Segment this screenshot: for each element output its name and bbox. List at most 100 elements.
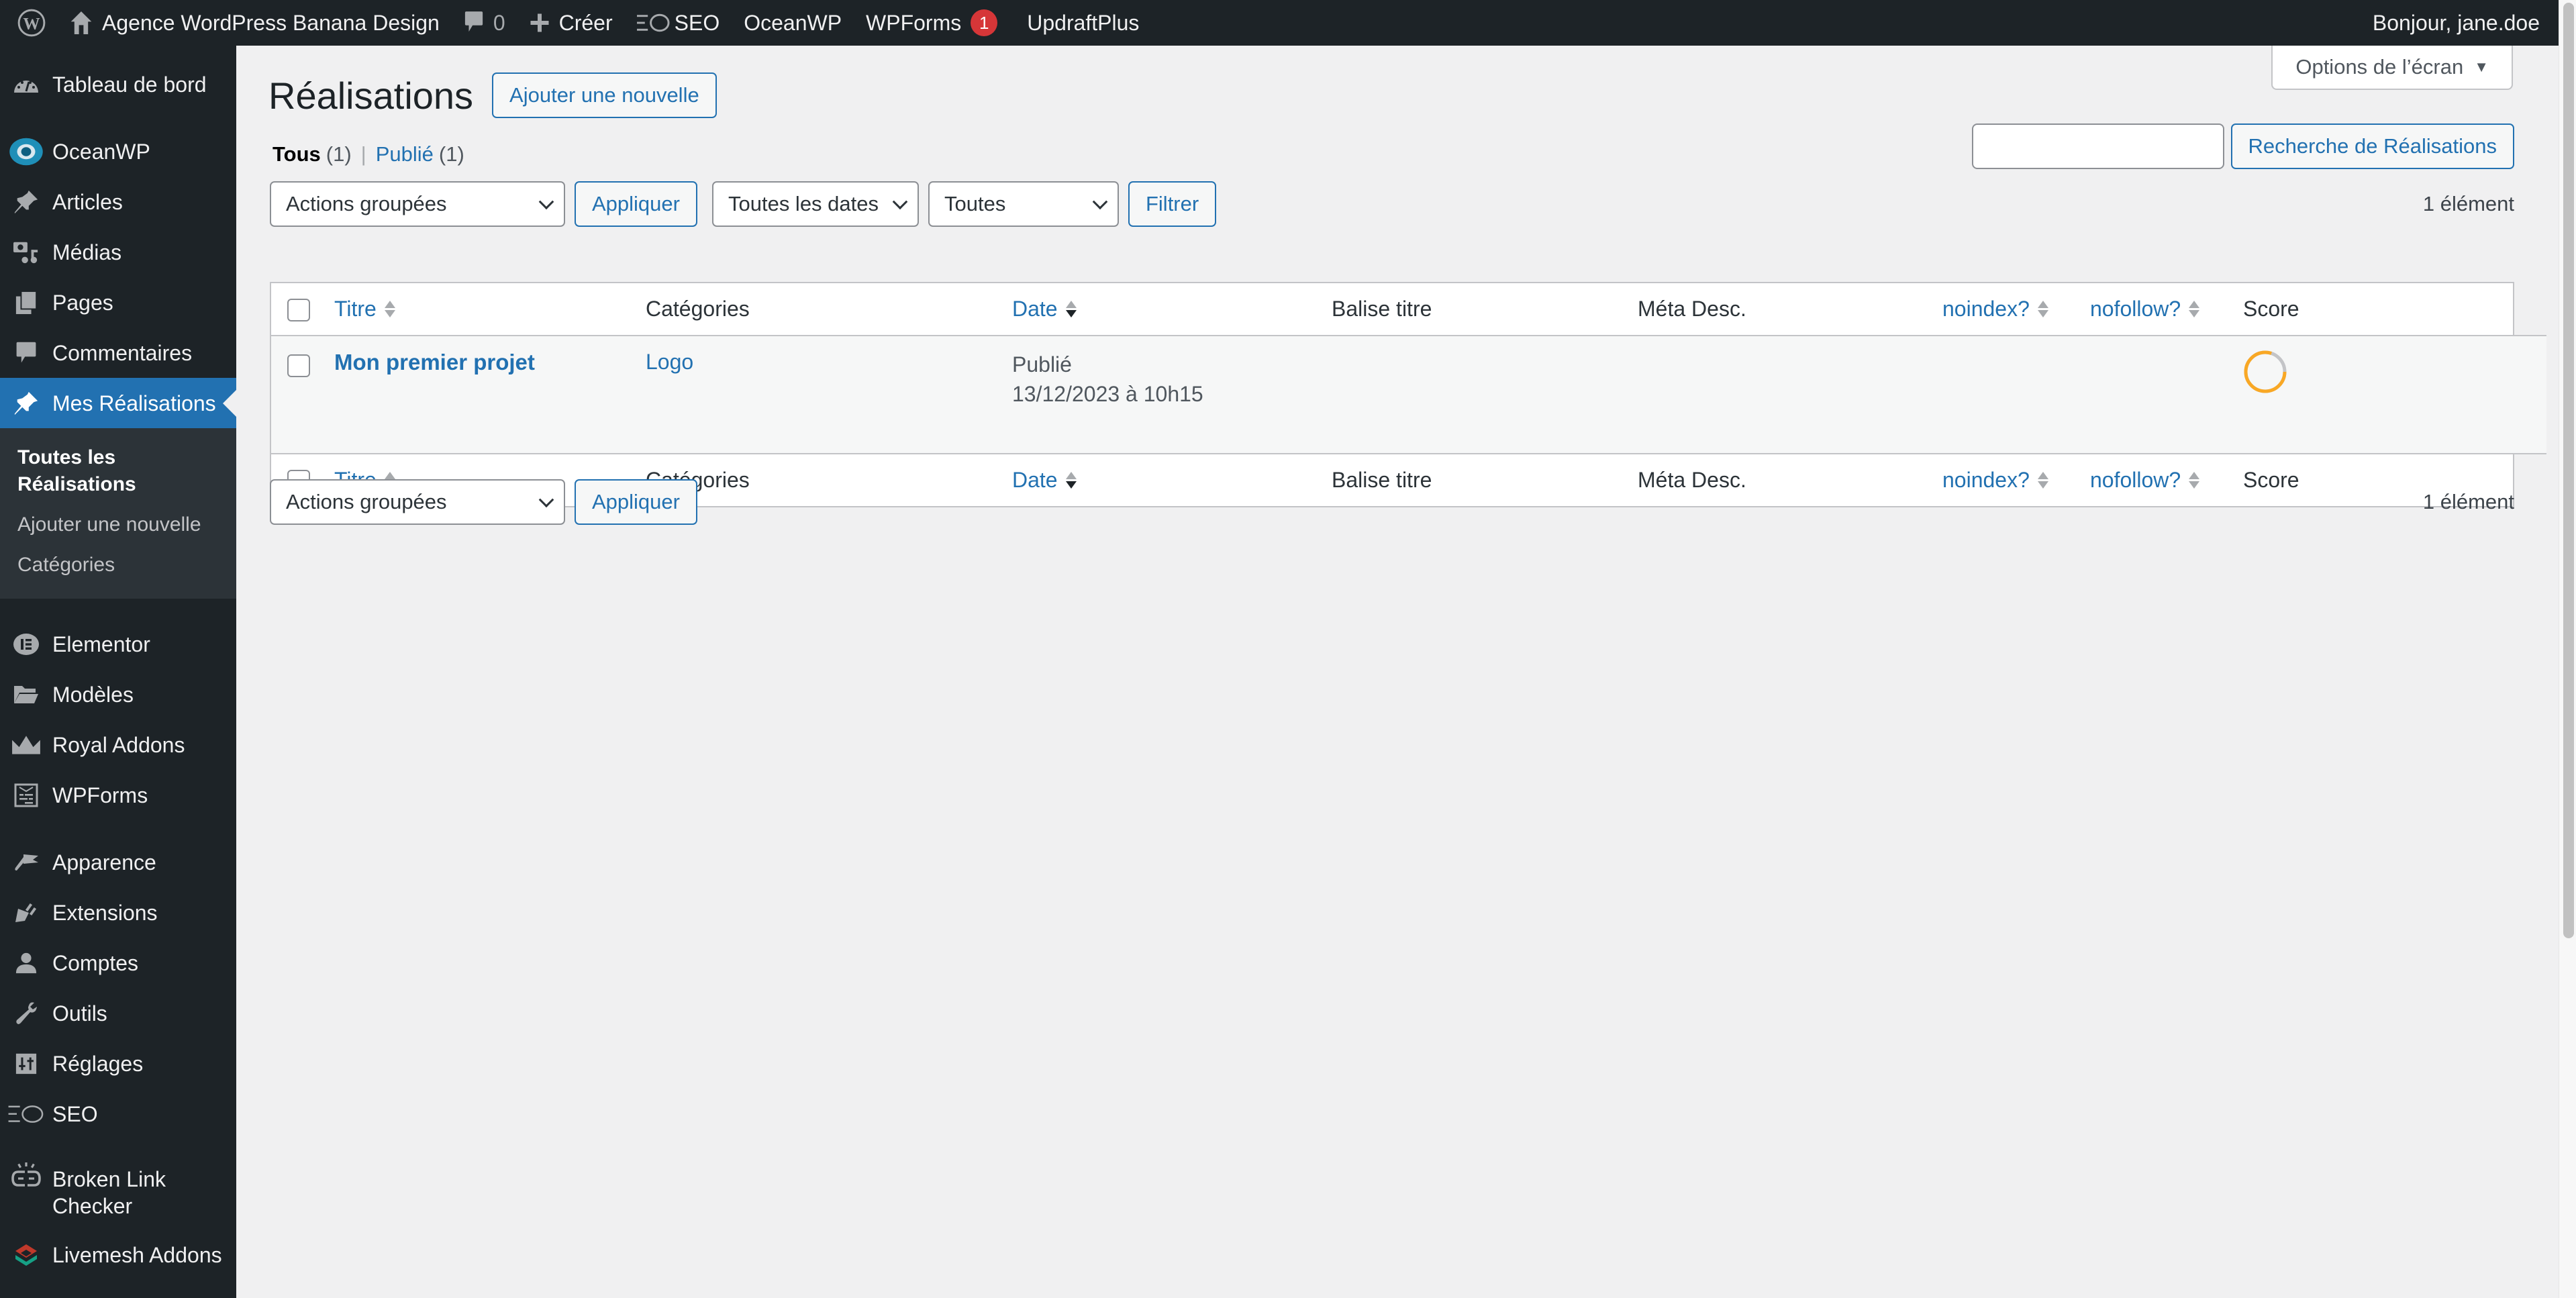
submenu-item-add-new[interactable]: Ajouter une nouvelle [0,505,236,545]
site-name-menu[interactable]: Agence WordPress Banana Design [58,0,452,46]
add-new-button[interactable]: Ajouter une nouvelle [492,72,717,118]
sidebar-item-reglages[interactable]: Réglages [0,1038,236,1089]
chevron-down-icon [538,194,554,210]
column-date-label: Date [1012,297,1058,321]
apply-bulk-button-bottom[interactable]: Appliquer [575,479,697,525]
comments-menu[interactable]: 0 [452,0,517,46]
svg-text:W: W [23,15,40,33]
items-count: 1 élément [2422,192,2514,215]
sidebar-item-extensions[interactable]: Extensions [0,887,236,938]
wpforms-menu[interactable]: WPForms 1 [854,0,1009,46]
sidebar-item-comptes[interactable]: Comptes [0,938,236,988]
sidebar-item-royal-addons[interactable]: Royal Addons [0,719,236,770]
row-category-link[interactable]: Logo [646,350,693,374]
seo-label: SEO [674,10,720,35]
sidebar-item-livemesh-addons[interactable]: Livemesh Addons [0,1230,236,1280]
page-scrollbar[interactable] [2559,0,2576,1298]
sidebar-item-pages[interactable]: Pages [0,277,236,328]
sidebar-item-outils[interactable]: Outils [0,988,236,1038]
submenu-item-categories[interactable]: Catégories [0,545,236,585]
sidebar-label: Articles [52,189,123,214]
tablenav-bottom: Actions groupées Appliquer 1 élément [270,479,2514,525]
oceanwp-icon [0,136,52,167]
row-checkbox[interactable] [287,354,310,377]
wordpress-logo-icon: W [17,9,46,37]
row-noindex [1942,336,2090,454]
pages-icon [0,290,52,315]
broken-link-icon [0,1162,52,1189]
oceanwp-menu[interactable]: OceanWP [732,0,854,46]
sidebar-label: OceanWP [52,139,150,164]
submenu-item-all-realisations[interactable]: Toutes les Réalisations [0,438,236,505]
media-icon [0,240,52,265]
column-score: Score [2243,297,2299,321]
search-box: Recherche de Réalisations [1971,123,2514,169]
realisations-table: Titre Catégories Date Balise titre Méta … [270,282,2546,507]
sort-icon [384,301,395,317]
plus-icon [530,13,550,33]
plugin-icon [0,902,52,923]
sidebar-item-articles[interactable]: Articles [0,177,236,227]
sidebar-item-commentaires[interactable]: Commentaires [0,328,236,378]
sidebar-item-broken-link-checker[interactable]: Broken Link Checker [0,1156,236,1230]
row-title-tag [1332,336,1638,454]
view-published-count: (1) [438,142,464,166]
column-noindex-sort[interactable]: noindex? [1942,297,2048,321]
column-categories: Catégories [646,297,750,321]
wpforms-notification-badge: 1 [971,9,998,36]
table-header-row: Titre Catégories Date Balise titre Méta … [271,283,2546,336]
sidebar-item-seo[interactable]: SEO [0,1089,236,1139]
screen-options-button[interactable]: Options de l’écran ▼ [2271,46,2513,90]
column-nofollow-sort[interactable]: nofollow? [2090,297,2200,321]
page-header: Réalisations Ajouter une nouvelle [268,72,717,118]
my-account-menu[interactable]: Bonjour, jane.doe [2361,0,2559,46]
row-title-link[interactable]: Mon premier projet [334,350,535,375]
column-title-sort[interactable]: Titre [334,297,395,321]
sidebar-item-elementor[interactable]: Elementor [0,619,236,669]
seo-menu[interactable]: SEO [625,0,732,46]
sidebar-item-wpforms[interactable]: WPForms [0,770,236,820]
sidebar-item-oceanwp[interactable]: OceanWP [0,126,236,177]
realisations-submenu: Toutes les Réalisations Ajouter une nouv… [0,428,236,599]
chevron-down-icon [538,492,554,508]
comment-icon [464,10,484,36]
search-submit-button[interactable]: Recherche de Réalisations [2230,123,2514,169]
tablenav-top: Actions groupées Appliquer Toutes les da… [270,181,2514,227]
scrollbar-thumb[interactable] [2563,3,2574,938]
updraftplus-label: UpdraftPlus [1027,10,1140,35]
oceanwp-label: OceanWP [744,10,842,35]
wp-logo-menu[interactable]: W [0,0,58,46]
sidebar-label: Livemesh Addons [52,1242,222,1267]
sidebar-label: Mes Réalisations [52,391,216,415]
folder-icon [0,685,52,705]
category-filter-select[interactable]: Toutes [928,181,1119,227]
sidebar-item-medias[interactable]: Médias [0,227,236,277]
sidebar-item-modeles[interactable]: Modèles [0,669,236,719]
search-input[interactable] [1971,123,2224,169]
sidebar-item-mes-realisations[interactable]: Mes Réalisations [0,378,236,428]
sidebar-item-dashboard[interactable]: Tableau de bord [0,59,236,109]
bulk-actions-select[interactable]: Actions groupées [270,181,565,227]
seo-icon [636,13,671,33]
view-all-link[interactable]: Tous [273,142,321,166]
view-published-link[interactable]: Publié [376,142,434,166]
pin-icon [0,391,52,416]
select-all-checkbox[interactable] [287,299,310,322]
main-content: Options de l’écran ▼ Réalisations Ajoute… [236,46,2559,1298]
pin-icon [0,189,52,215]
filter-button[interactable]: Filtrer [1128,181,1217,227]
admin-bar: W Agence WordPress Banana Design 0 Créer… [0,0,2559,46]
updraftplus-menu[interactable]: UpdraftPlus [1009,0,1151,46]
sidebar-item-apparence[interactable]: Apparence [0,837,236,887]
new-content-menu[interactable]: Créer [517,0,625,46]
date-filter-select[interactable]: Toutes les dates [711,181,919,227]
column-meta-desc: Méta Desc. [1638,297,1746,321]
views-separator: | [360,142,366,166]
apply-bulk-button[interactable]: Appliquer [575,181,697,227]
status-views: Tous (1) | Publié (1) [273,142,464,166]
column-date-sort[interactable]: Date [1012,297,1077,321]
wpforms-label: WPForms [866,10,962,35]
sidebar-label: Commentaires [52,340,193,365]
livemesh-icon [0,1243,52,1267]
bulk-actions-select-bottom[interactable]: Actions groupées [270,479,565,525]
